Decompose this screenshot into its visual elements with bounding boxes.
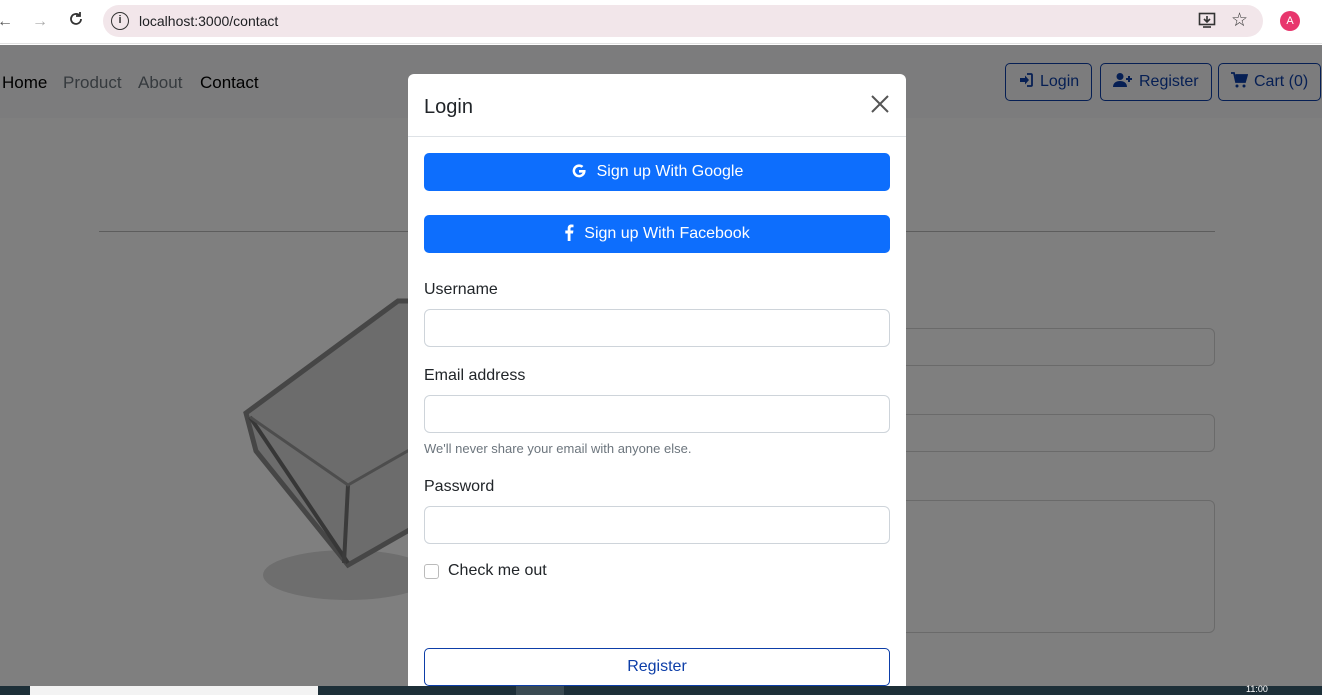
profile-avatar[interactable]: A bbox=[1280, 11, 1300, 31]
username-input[interactable] bbox=[424, 309, 890, 347]
close-icon[interactable] bbox=[870, 94, 892, 116]
taskbar-active-app[interactable] bbox=[516, 686, 564, 695]
google-signup-button[interactable]: Sign up With Google bbox=[424, 153, 890, 191]
reload-icon[interactable] bbox=[65, 11, 87, 33]
modal-header: Login bbox=[408, 74, 906, 137]
bookmark-star-icon[interactable]: ☆ bbox=[1231, 9, 1248, 32]
facebook-icon bbox=[565, 224, 574, 241]
facebook-signup-label: Sign up With Facebook bbox=[584, 225, 750, 242]
check-me-out-checkbox[interactable] bbox=[424, 564, 439, 579]
check-me-out-label[interactable]: Check me out bbox=[448, 562, 547, 580]
register-submit-button[interactable]: Register bbox=[424, 648, 890, 686]
modal-title: Login bbox=[424, 96, 473, 118]
site-info-icon[interactable]: i bbox=[111, 12, 129, 30]
back-arrow-icon[interactable]: ← bbox=[0, 11, 16, 33]
taskbar-clock: 11:00 bbox=[1246, 684, 1268, 694]
login-modal: Login Sign up With Google Sign up With F… bbox=[408, 74, 906, 695]
facebook-signup-button[interactable]: Sign up With Facebook bbox=[424, 215, 890, 253]
email-label: Email address bbox=[424, 367, 526, 384]
url-text: localhost:3000/contact bbox=[139, 13, 279, 29]
google-icon bbox=[572, 164, 586, 178]
forward-arrow-icon[interactable]: → bbox=[29, 11, 51, 33]
install-app-icon[interactable] bbox=[1198, 11, 1216, 34]
password-input[interactable] bbox=[424, 506, 890, 544]
address-bar[interactable]: i localhost:3000/contact ☆ bbox=[103, 5, 1263, 37]
browser-toolbar: ← → i localhost:3000/contact ☆ A bbox=[0, 0, 1322, 44]
username-label: Username bbox=[424, 281, 498, 298]
os-taskbar: 11:00 bbox=[0, 684, 1322, 695]
taskbar-search-box[interactable] bbox=[30, 686, 318, 695]
google-signup-label: Sign up With Google bbox=[596, 163, 744, 180]
password-label: Password bbox=[424, 478, 495, 495]
email-input[interactable] bbox=[424, 395, 890, 433]
email-help-text: We'll never share your email with anyone… bbox=[424, 441, 692, 456]
